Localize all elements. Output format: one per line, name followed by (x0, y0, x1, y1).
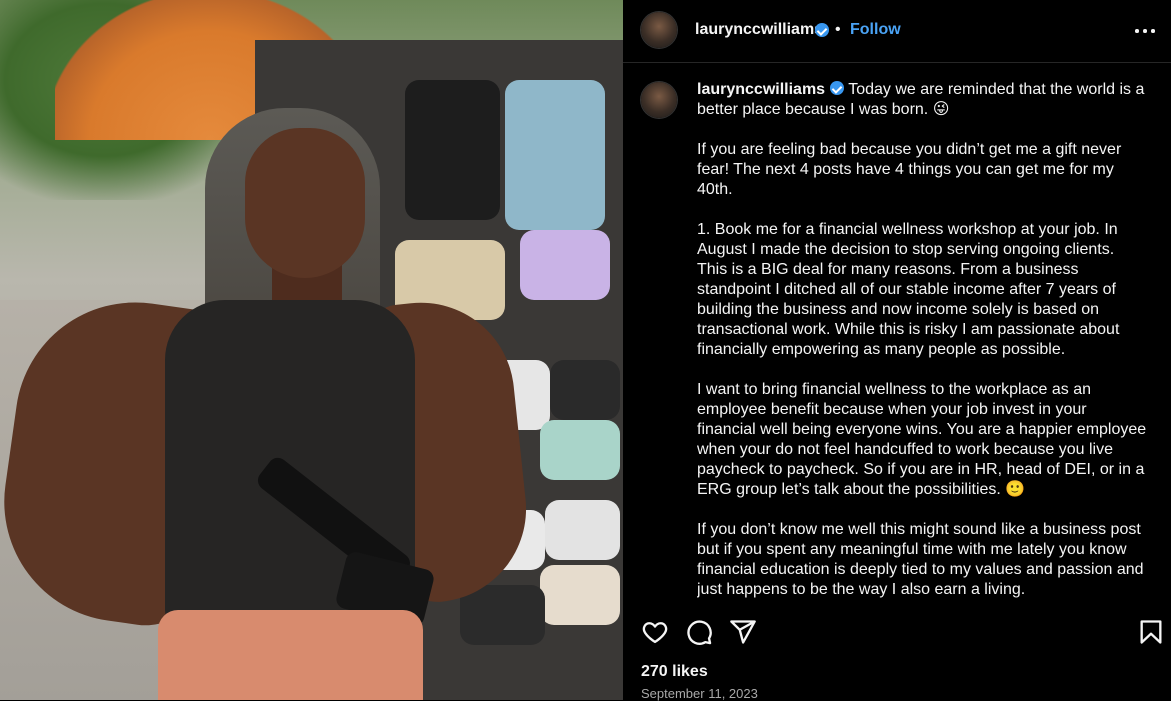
caption-paragraph: If you are feeling bad because you didn’… (697, 141, 1126, 198)
bookmark-icon[interactable] (1137, 618, 1165, 646)
paper-plane-icon[interactable] (729, 618, 757, 646)
header-divider (623, 62, 1171, 63)
caption-paragraph: I want to bring financial wellness to th… (697, 381, 1147, 498)
post-sidebar: laurynccwilliams • Follow laurynccwillia… (623, 0, 1171, 701)
comment-icon[interactable] (685, 618, 713, 646)
more-options-icon[interactable] (1133, 18, 1157, 42)
caption-paragraph: If you don’t know me well this might sou… (697, 521, 1144, 598)
bag (545, 500, 620, 560)
action-bar (623, 614, 1171, 650)
bag (505, 80, 605, 230)
post-caption: laurynccwilliams Today we are reminded t… (697, 80, 1147, 610)
caption-first-paragraph: laurynccwilliams Today we are reminded t… (697, 80, 1147, 120)
bag (550, 360, 620, 420)
post-date[interactable]: September 11, 2023 (641, 686, 758, 701)
heart-icon[interactable] (641, 618, 669, 646)
pants (158, 610, 423, 700)
avatar[interactable] (641, 12, 677, 48)
username[interactable]: laurynccwilliams (695, 21, 823, 39)
bag (460, 585, 545, 645)
bag (540, 565, 620, 625)
caption-paragraph: 1. Book me for a financial wellness work… (697, 221, 1124, 358)
post-photo[interactable] (0, 0, 623, 700)
verified-badge-icon (815, 23, 829, 37)
like-count[interactable]: 270 likes (641, 663, 708, 681)
bag (520, 230, 610, 300)
separator-dot: • (835, 21, 841, 38)
follow-button[interactable]: Follow (850, 21, 901, 39)
caption-avatar[interactable] (641, 82, 677, 118)
caption-username[interactable]: laurynccwilliams (697, 81, 825, 98)
face (245, 128, 365, 278)
bag (540, 420, 620, 480)
bag (405, 80, 500, 220)
post-header: laurynccwilliams • Follow (623, 0, 1171, 60)
verified-badge-icon (830, 81, 845, 95)
